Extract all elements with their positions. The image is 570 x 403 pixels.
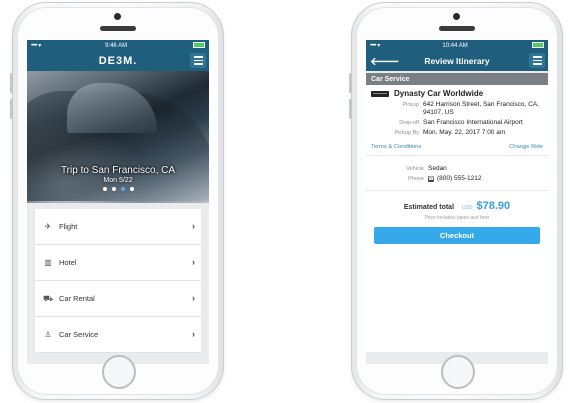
left-phone: ••••• ▾ 9:46 AM DE3M. Trip to San Franci… [10, 2, 224, 400]
currency-code: USD [461, 205, 473, 211]
status-bar: ••••• ▾ 10:44 AM [366, 40, 548, 51]
detail-row-dropoff: Drop-off San Francisco International Air… [366, 118, 548, 128]
itinerary-links: Terms & Conditions Change Ride [366, 138, 548, 156]
status-time: 9:46 AM [105, 42, 128, 49]
detail-label: Pickup [402, 102, 419, 108]
booking-menu: ✈ Flight › ▥ Hotel › ⛟ Car Rental › ♙ Ca… [35, 209, 201, 353]
camera-icon [453, 13, 460, 20]
menu-item-car-service[interactable]: ♙ Car Service › [35, 317, 201, 353]
change-ride-link[interactable]: Change Ride [509, 144, 543, 150]
volume-button [349, 73, 352, 93]
chevron-right-icon: › [192, 221, 195, 231]
deem-logo: DE3M. [98, 55, 138, 67]
pager-dot[interactable] [102, 187, 107, 191]
chevron-right-icon: › [192, 257, 195, 267]
car-service-icon: ♙ [44, 330, 52, 339]
detail-value: San Francisco International Airport [423, 119, 523, 126]
detail-row-phone: Phone ☎ (800) 555-1212 [366, 174, 548, 184]
estimated-total: Estimated total USD $78.90 [366, 200, 548, 212]
detail-label: Pickup By [394, 130, 419, 136]
battery-icon [191, 41, 205, 50]
menu-item-label: Car Rental [59, 294, 95, 303]
section-header: Car Service [366, 73, 548, 85]
itinerary-card: Dynasty Car Worldwide Pickup 642 Harriso… [366, 85, 548, 191]
menu-item-label: Car Service [59, 330, 99, 339]
pager-dot-active[interactable] [120, 187, 125, 191]
vendor-name: Dynasty Car Worldwide [394, 89, 484, 98]
chevron-right-icon: › [192, 293, 195, 303]
detail-label: Vehicle [406, 166, 424, 172]
car-icon: ⛟ [42, 293, 54, 303]
detail-row-pickup: Pickup 642 Harrison Street, San Francisc… [366, 100, 548, 118]
total-section: Estimated total USD $78.90 Price include… [366, 191, 548, 352]
car-window [67, 83, 157, 133]
trip-hero-banner[interactable]: Trip to San Francisco, CA Mon 5/22 [27, 71, 209, 203]
pager-dot[interactable] [129, 187, 134, 191]
page-title: Review Itinerary [424, 56, 490, 66]
pager-dot[interactable] [111, 187, 116, 191]
hamburger-icon[interactable] [529, 53, 545, 68]
home-button[interactable] [102, 355, 136, 389]
menu-item-hotel[interactable]: ▥ Hotel › [35, 245, 201, 281]
signal-icon: ••••• ▾ [370, 43, 381, 49]
menu-item-label: Hotel [59, 258, 77, 267]
signal-icon: ••••• ▾ [31, 43, 42, 49]
home-screen: ••••• ▾ 9:46 AM DE3M. Trip to San Franci… [27, 40, 209, 364]
app-header: 🡐 Review Itinerary [366, 51, 548, 71]
terms-link[interactable]: Terms & Conditions [371, 144, 421, 150]
detail-row-vehicle: Vehicle Sedan [366, 164, 548, 174]
detail-row-pickup-by: Pickup By Mon. May. 22, 2017 7:00 am [366, 128, 548, 138]
vendor-logo [371, 90, 389, 97]
price-note: Price includes taxes and fees [424, 215, 490, 221]
status-time: 10:44 AM [442, 42, 468, 49]
phone-icon: ☎ [428, 176, 435, 182]
vehicle-info: Vehicle Sedan Phone ☎ (800) 555-1212 [366, 156, 548, 191]
menu-item-flight[interactable]: ✈ Flight › [35, 209, 201, 245]
menu-item-car-rental[interactable]: ⛟ Car Rental › [35, 281, 201, 317]
detail-value: Sedan [428, 165, 447, 172]
carousel-pager[interactable] [27, 187, 209, 191]
camera-icon [114, 13, 121, 20]
speaker-grille [439, 26, 475, 31]
detail-label: Drop-off [399, 120, 419, 126]
total-amount: $78.90 [476, 200, 511, 212]
total-label: Estimated total [403, 204, 455, 211]
trip-date: Mon 5/22 [103, 177, 133, 184]
app-header: DE3M. [27, 51, 209, 71]
status-bar: ••••• ▾ 9:46 AM [27, 40, 209, 51]
right-phone: ••••• ▾ 10:44 AM 🡐 Review Itinerary Car … [349, 2, 563, 400]
menu-item-label: Flight [59, 222, 78, 231]
battery-icon [530, 41, 544, 50]
volume-button [10, 73, 13, 93]
plane-icon: ✈ [44, 222, 52, 231]
hamburger-icon[interactable] [190, 53, 206, 68]
home-button[interactable] [441, 355, 475, 389]
detail-label: Phone [408, 176, 424, 182]
volume-button [10, 99, 13, 119]
hotel-icon: ▥ [44, 258, 52, 267]
vendor-row: Dynasty Car Worldwide [366, 85, 548, 100]
phone-number[interactable]: ☎ (800) 555-1212 [428, 175, 543, 183]
chevron-right-icon: › [192, 329, 195, 339]
checkout-button[interactable]: Checkout [374, 227, 540, 244]
itinerary-screen: ••••• ▾ 10:44 AM 🡐 Review Itinerary Car … [366, 40, 548, 364]
speaker-grille [100, 26, 136, 31]
trip-title: Trip to San Francisco, CA [60, 165, 176, 176]
volume-button [349, 99, 352, 119]
detail-value: Mon. May. 22, 2017 7:00 am [423, 129, 506, 136]
detail-value: 642 Harrison Street, San Francisco, CA, … [423, 101, 539, 116]
